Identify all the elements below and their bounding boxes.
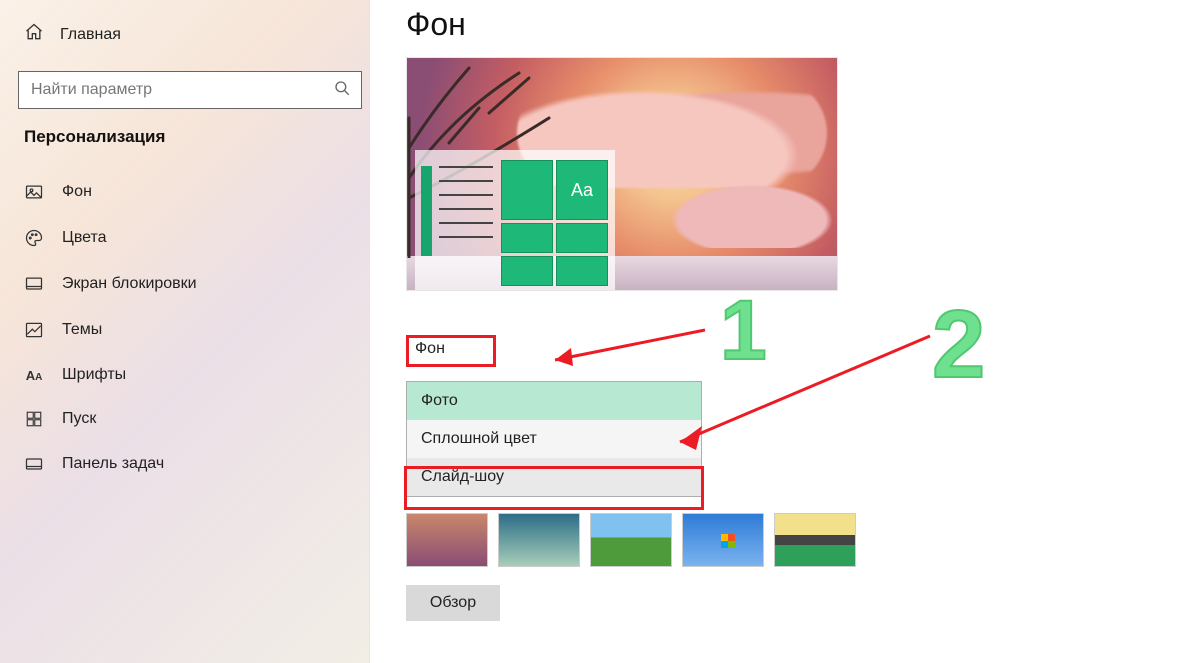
thumbnail[interactable] bbox=[590, 513, 672, 567]
lockscreen-icon bbox=[24, 274, 44, 294]
thumbnail[interactable] bbox=[682, 513, 764, 567]
browse-button[interactable]: Обзор bbox=[406, 585, 500, 621]
taskbar-icon bbox=[24, 454, 44, 474]
sidebar-item-lockscreen[interactable]: Экран блокировки bbox=[18, 263, 355, 305]
search-box[interactable] bbox=[18, 71, 362, 109]
sidebar-item-label: Фон bbox=[62, 183, 92, 201]
section-title: Персонализация bbox=[18, 127, 355, 157]
home-label: Главная bbox=[60, 26, 121, 44]
main-content: Фон Aa Фон bbox=[406, 0, 1200, 663]
dropdown-option-slideshow[interactable]: Слайд-шоу bbox=[407, 458, 701, 496]
home-icon bbox=[24, 22, 44, 47]
sidebar-item-label: Темы bbox=[62, 321, 102, 339]
dropdown-option-solid[interactable]: Сплошной цвет bbox=[407, 420, 701, 458]
sidebar: Главная Персонализация Фон bbox=[0, 0, 370, 663]
search-icon bbox=[333, 79, 351, 102]
sample-text: Aa bbox=[556, 160, 608, 220]
wallpaper-preview: Aa bbox=[406, 57, 838, 291]
sample-ui-overlay: Aa bbox=[415, 150, 615, 290]
themes-icon bbox=[24, 320, 44, 340]
page-title: Фон bbox=[406, 6, 1200, 43]
nav-list: Фон Цвета Экран блокировки bbox=[18, 171, 355, 485]
thumbnail[interactable] bbox=[498, 513, 580, 567]
search-input[interactable] bbox=[31, 81, 333, 99]
sidebar-item-label: Панель задач bbox=[62, 455, 164, 473]
sidebar-item-label: Цвета bbox=[62, 229, 107, 247]
picture-icon bbox=[24, 182, 44, 202]
background-dropdown[interactable]: Фото Сплошной цвет Слайд-шоу bbox=[406, 381, 702, 497]
thumbnail[interactable] bbox=[406, 513, 488, 567]
start-icon bbox=[24, 410, 44, 428]
sidebar-item-colors[interactable]: Цвета bbox=[18, 217, 355, 259]
sidebar-item-label: Пуск bbox=[62, 410, 96, 428]
sidebar-item-themes[interactable]: Темы bbox=[18, 309, 355, 351]
fonts-icon: AA bbox=[24, 368, 44, 383]
sidebar-item-background[interactable]: Фон bbox=[18, 171, 355, 213]
dropdown-label: Фон bbox=[406, 335, 496, 367]
sidebar-item-label: Экран блокировки bbox=[62, 275, 197, 293]
sidebar-item-label: Шрифты bbox=[62, 366, 126, 384]
dropdown-option-photo[interactable]: Фото bbox=[407, 382, 701, 420]
wallpaper-thumbnails bbox=[406, 513, 1200, 567]
palette-icon bbox=[24, 228, 44, 248]
sidebar-item-taskbar[interactable]: Панель задач bbox=[18, 443, 355, 485]
dropdown-label-row: Фон bbox=[406, 335, 1200, 367]
sidebar-item-fonts[interactable]: AA Шрифты bbox=[18, 355, 355, 395]
home-link[interactable]: Главная bbox=[18, 18, 355, 51]
sidebar-item-start[interactable]: Пуск bbox=[18, 399, 355, 439]
thumbnail[interactable] bbox=[774, 513, 856, 567]
